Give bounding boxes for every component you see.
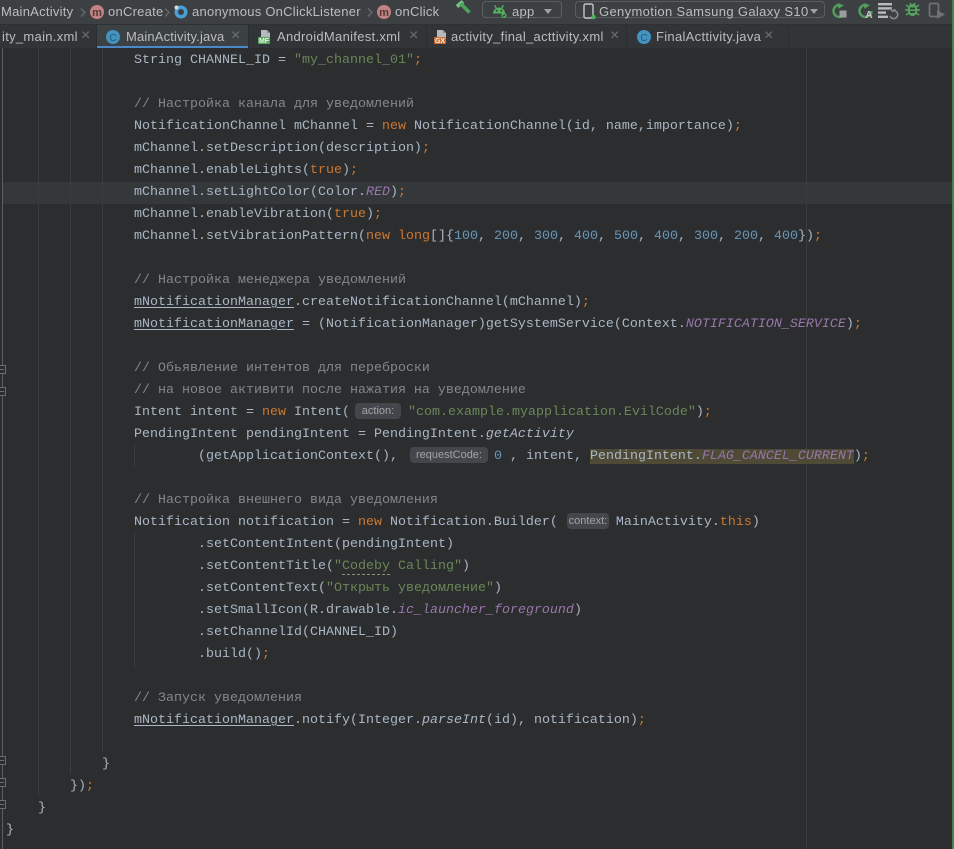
svg-text:A: A bbox=[865, 10, 872, 20]
svg-text:GX: GX bbox=[435, 38, 445, 45]
svg-text:MF: MF bbox=[259, 38, 270, 45]
svg-text:C: C bbox=[109, 33, 116, 44]
svg-text:m: m bbox=[379, 7, 389, 19]
svg-text:C: C bbox=[640, 33, 647, 44]
svg-text:m: m bbox=[92, 7, 102, 19]
